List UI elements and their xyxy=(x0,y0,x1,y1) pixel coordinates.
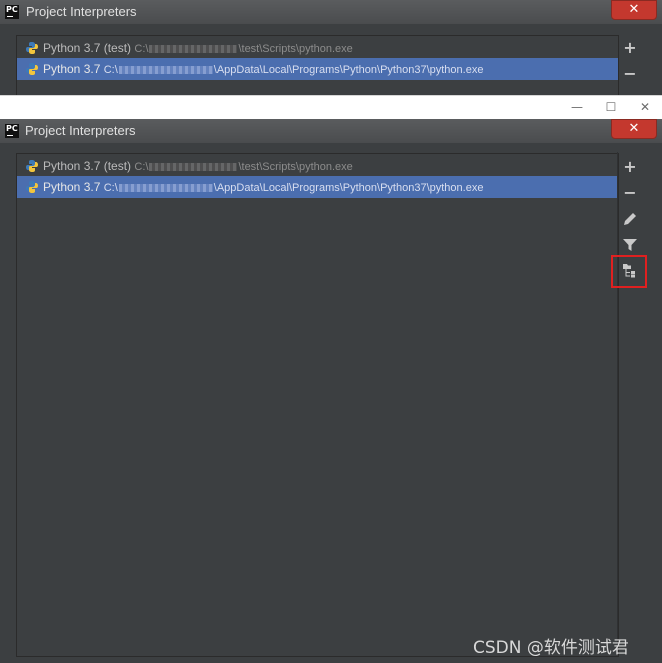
host-window-titlebar: — ☐ ✕ xyxy=(0,95,662,120)
interpreter-row-selected[interactable]: Python 3.7 C:\ \AppData\Local\Programs\Py… xyxy=(17,176,618,198)
interpreter-path-suffix: \test\Scripts\python.exe xyxy=(238,43,353,55)
close-button[interactable]: ✕ xyxy=(611,119,657,139)
minimize-button[interactable]: — xyxy=(562,96,592,118)
title-bar: PC Project Interpreters ✕ xyxy=(0,0,662,24)
pencil-icon[interactable] xyxy=(620,209,640,229)
project-interpreters-dialog-back: PC Project Interpreters ✕ Python 3.7 (te… xyxy=(0,0,662,97)
interpreter-path-suffix: \test\Scripts\python.exe xyxy=(238,161,353,173)
interpreter-path-prefix: C:\ xyxy=(134,161,149,173)
interpreter-path-suffix: \AppData\Local\Programs\Python\Python37\… xyxy=(213,64,484,76)
interpreter-list[interactable]: Python 3.7 (test) C:\ \test\Scripts\pytho… xyxy=(16,153,619,657)
redacted-path xyxy=(118,66,213,75)
python-icon xyxy=(26,160,38,172)
interpreter-path-prefix: C:\ xyxy=(134,43,149,55)
interpreter-path-prefix: C:\ xyxy=(103,182,118,194)
add-interpreter-button[interactable]: + xyxy=(620,157,640,177)
dialog-title: Project Interpreters xyxy=(26,4,137,19)
interpreter-row[interactable]: Python 3.7 (test) C:\ \test\Scripts\pytho… xyxy=(17,155,618,177)
interpreter-path-prefix: C:\ xyxy=(103,64,118,76)
highlight-box xyxy=(611,255,647,288)
interpreter-name: Python 3.7 xyxy=(43,62,101,76)
redacted-path xyxy=(149,45,238,54)
redacted-path xyxy=(118,184,213,193)
pycharm-logo-icon: PC xyxy=(5,5,19,19)
close-button[interactable]: ✕ xyxy=(611,0,657,20)
interpreter-row-selected[interactable]: Python 3.7 C:\ \AppData\Local\Programs\Py… xyxy=(17,58,618,80)
window-close-button[interactable]: ✕ xyxy=(630,96,660,118)
interpreter-name: Python 3.7 xyxy=(43,180,101,194)
interpreter-path-suffix: \AppData\Local\Programs\Python\Python37\… xyxy=(213,182,484,194)
add-interpreter-button[interactable]: + xyxy=(620,38,640,58)
dialog-title: Project Interpreters xyxy=(25,123,136,138)
redacted-path xyxy=(149,163,238,172)
maximize-button[interactable]: ☐ xyxy=(596,96,626,118)
python-icon xyxy=(26,63,38,75)
interpreter-name: Python 3.7 (test) xyxy=(43,159,132,173)
title-bar: PC Project Interpreters ✕ xyxy=(0,119,662,143)
filter-icon[interactable] xyxy=(620,235,640,255)
interpreter-row[interactable]: Python 3.7 (test) C:\ \test\Scripts\pytho… xyxy=(17,37,618,59)
interpreter-name: Python 3.7 (test) xyxy=(43,41,132,55)
remove-interpreter-button[interactable]: − xyxy=(620,64,640,84)
python-icon xyxy=(26,181,38,193)
watermark-text: CSDN @软件测试君 xyxy=(473,638,629,658)
pycharm-logo-icon: PC xyxy=(5,124,19,138)
interpreter-list[interactable]: Python 3.7 (test) C:\ \test\Scripts\pytho… xyxy=(16,35,619,97)
python-icon xyxy=(26,42,38,54)
project-interpreters-dialog: PC Project Interpreters ✕ Python 3.7 (te… xyxy=(0,119,662,663)
remove-interpreter-button[interactable]: − xyxy=(620,183,640,203)
